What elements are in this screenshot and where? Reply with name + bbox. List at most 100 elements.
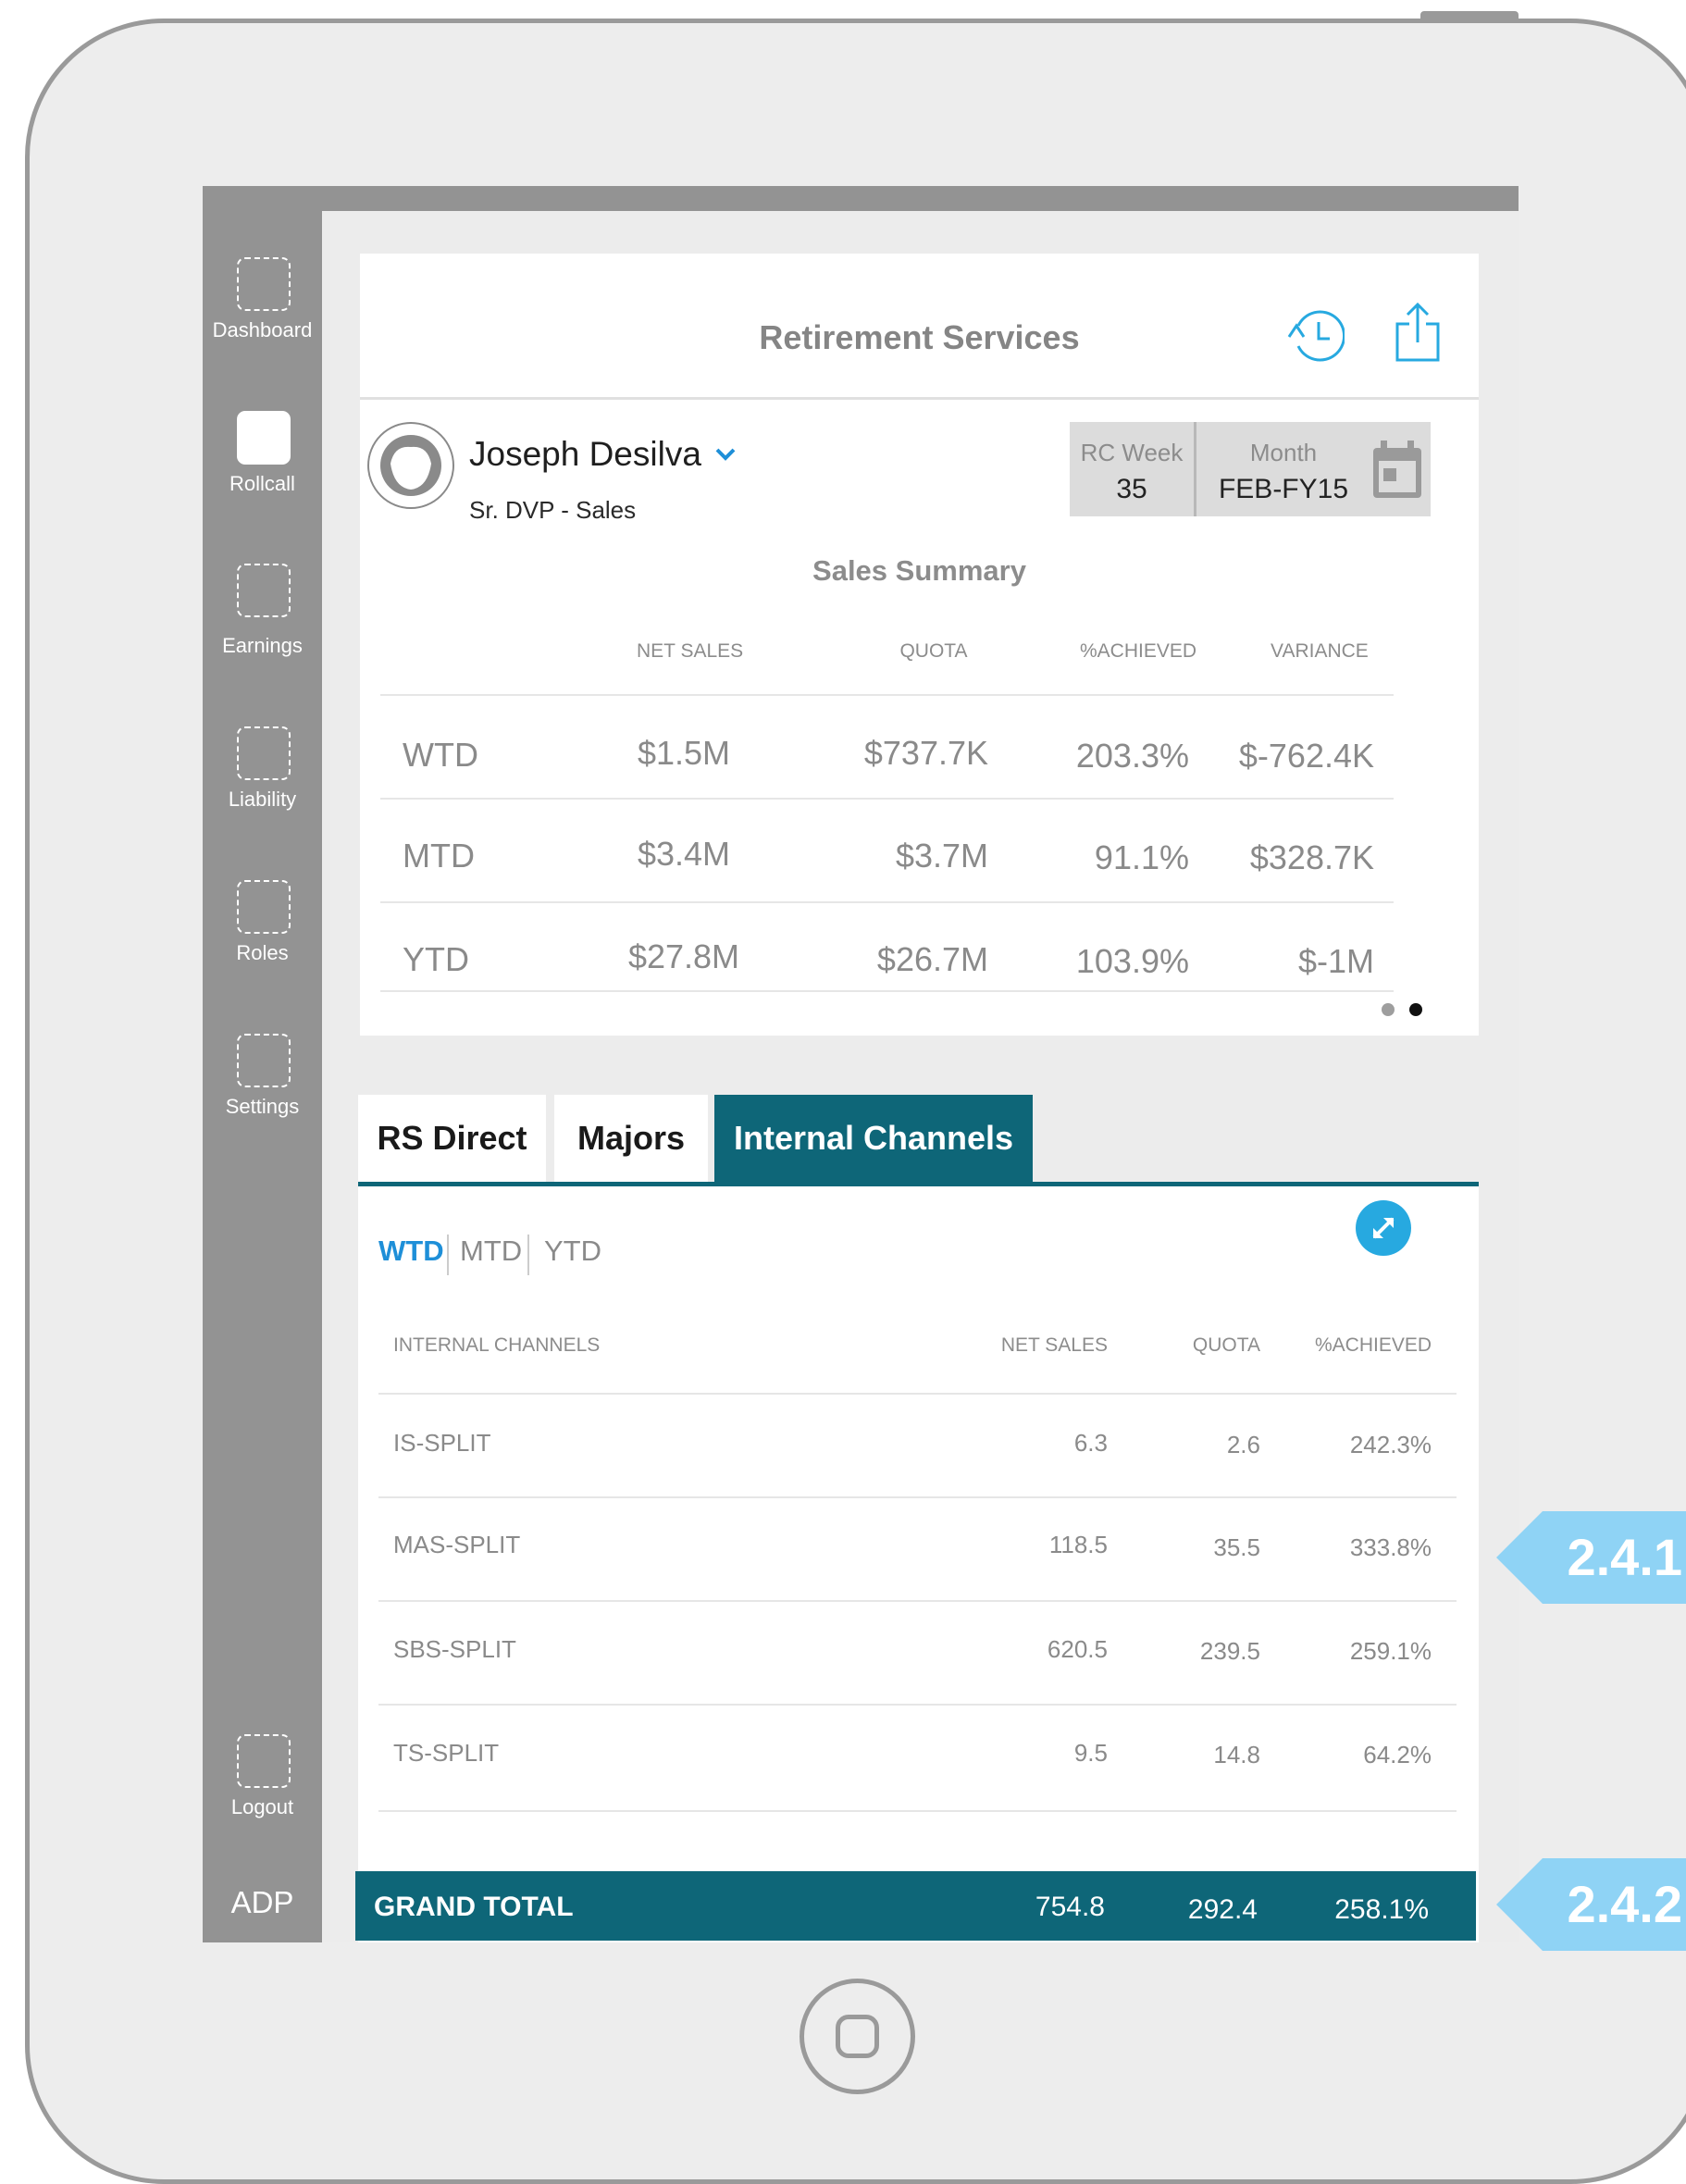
rc-week-label: RC Week <box>1080 439 1184 466</box>
net-sales-cell: 118.5 <box>1048 1531 1108 1558</box>
net-sales-cell: $27.8M <box>627 937 740 975</box>
quota-cell: $3.7M <box>895 837 988 875</box>
table-row: SBS-SPLIT 620.5 239.5 259.1% <box>358 1602 1479 1704</box>
achieved-cell: 103.9% <box>1075 942 1189 980</box>
achieved-cell: 242.3% <box>1349 1431 1432 1458</box>
sidebar-item-rollcall[interactable]: Rollcall <box>203 411 322 495</box>
tab-internal-channels[interactable]: Internal Channels <box>714 1095 1033 1182</box>
annotation-callout: 2.4.1 <box>1543 1511 1686 1604</box>
roles-icon <box>237 880 291 934</box>
table-row: IS-SPLIT 6.3 2.6 242.3% <box>358 1395 1479 1496</box>
avatar-icon <box>367 422 454 509</box>
summary-card: Retirement Services Joseph Desilva Sr. D… <box>360 254 1479 1036</box>
sidebar-item-label: Rollcall <box>229 472 295 495</box>
net-sales-cell: $1.5M <box>637 734 731 772</box>
achieved-cell: 333.8% <box>1349 1533 1432 1561</box>
quota-cell: $26.7M <box>876 940 988 978</box>
pager-dot[interactable] <box>1382 1003 1395 1016</box>
col-header-channel: INTERNAL CHANNELS <box>393 1334 601 1356</box>
callout-arrow <box>1496 1511 1543 1604</box>
period-divider <box>447 1235 449 1275</box>
sidebar-item-label: Logout <box>230 1795 294 1818</box>
grand-total-row: GRAND TOTAL 754.8 292.4 258.1% <box>355 1871 1476 1941</box>
quota-cell: 239.5 <box>1199 1637 1260 1665</box>
col-header-net-sales: NET SALES <box>637 640 744 662</box>
rollcall-icon <box>237 411 291 465</box>
settings-icon <box>237 1034 291 1087</box>
liability-icon <box>237 726 291 780</box>
expand-icon[interactable] <box>1356 1200 1411 1256</box>
row-label: YTD <box>403 940 469 978</box>
achieved-cell: 91.1% <box>1094 838 1189 876</box>
table-row: YTD $27.8M $26.7M 103.9% $-1M <box>360 903 1479 992</box>
pager-dot-active[interactable] <box>1409 1003 1422 1016</box>
earnings-icon <box>237 564 291 617</box>
month-label: Month <box>1249 439 1318 466</box>
sidebar-item-liability[interactable]: Liability <box>203 726 322 811</box>
header-divider <box>360 397 1479 400</box>
variance-cell: $-1M <box>1297 942 1374 980</box>
sidebar-item-settings[interactable]: Settings <box>203 1034 322 1118</box>
calendar-icon[interactable] <box>1370 439 1424 500</box>
period-ytd[interactable]: YTD <box>544 1235 601 1268</box>
sidebar-item-logout[interactable]: Logout <box>203 1734 322 1818</box>
detail-panel: WTD MTD YTD INTERNAL CHANNELS NET SALES … <box>358 1186 1479 1942</box>
annotation-callout: 2.4.2 <box>1543 1858 1686 1951</box>
logout-icon <box>237 1734 291 1788</box>
sidebar-item-roles[interactable]: Roles <box>203 880 322 964</box>
net-sales-cell: 620.5 <box>1047 1635 1108 1663</box>
row-divider <box>378 1810 1457 1812</box>
grand-total-net-sales: 754.8 <box>1035 1892 1105 1922</box>
tab-rs-direct[interactable]: RS Direct <box>358 1095 546 1182</box>
sidebar: Dashboard Rollcall Earnings Liability Ro… <box>203 186 322 1942</box>
brand-logo: ADP <box>230 1885 294 1919</box>
quota-cell: 14.8 <box>1213 1741 1260 1768</box>
period-mtd[interactable]: MTD <box>460 1235 522 1268</box>
user-title: Sr. DVP - Sales <box>469 496 637 524</box>
channel-cell: TS-SPLIT <box>393 1739 500 1767</box>
history-icon[interactable] <box>1285 309 1345 363</box>
sidebar-item-label: Dashboard <box>212 318 313 341</box>
net-sales-cell: 9.5 <box>1073 1739 1108 1767</box>
col-header-quota: QUOTA <box>899 640 968 662</box>
callout-arrow <box>1496 1858 1543 1951</box>
tab-majors[interactable]: Majors <box>554 1095 708 1182</box>
sidebar-item-label: Settings <box>225 1095 300 1118</box>
sidebar-item-dashboard[interactable]: Dashboard <box>203 257 322 341</box>
achieved-cell: 259.1% <box>1349 1637 1432 1665</box>
dashboard-icon <box>237 257 291 311</box>
row-divider <box>380 990 1394 992</box>
sidebar-item-label: Liability <box>228 788 297 811</box>
quota-cell: 2.6 <box>1226 1431 1260 1458</box>
table-row: WTD $1.5M $737.7K 203.3% $-762.4K <box>360 696 1479 798</box>
channel-cell: IS-SPLIT <box>393 1429 491 1457</box>
col-header-net-sales: NET SALES <box>1000 1334 1108 1356</box>
variance-cell: $-762.4K <box>1238 737 1374 775</box>
row-label: MTD <box>403 837 475 875</box>
variance-cell: $328.7K <box>1249 838 1374 876</box>
period-divider <box>527 1235 529 1275</box>
period-wtd[interactable]: WTD <box>378 1235 444 1268</box>
net-sales-cell: $3.4M <box>637 835 731 873</box>
table-row: MTD $3.4M $3.7M 91.1% $328.7K <box>360 800 1479 901</box>
share-icon[interactable] <box>1395 302 1441 363</box>
row-label: WTD <box>403 736 478 774</box>
sidebar-item-label: Roles <box>236 941 289 964</box>
col-header-achieved: %ACHIEVED <box>1080 640 1197 662</box>
rc-week-value: 35 <box>1116 474 1147 504</box>
table-row: TS-SPLIT 9.5 14.8 64.2% <box>358 1706 1479 1812</box>
home-button[interactable] <box>800 1979 915 2094</box>
table-row: MAS-SPLIT 118.5 35.5 333.8% <box>358 1498 1479 1600</box>
achieved-cell: 203.3% <box>1075 737 1189 775</box>
sidebar-item-earnings[interactable]: Earnings <box>203 564 322 657</box>
period-selector[interactable]: RC Week 35 Month FEB-FY15 <box>1070 422 1431 516</box>
grand-total-quota: 292.4 <box>1187 1894 1258 1925</box>
user-name[interactable]: Joseph Desilva <box>469 435 701 474</box>
grand-total-label: GRAND TOTAL <box>374 1892 574 1922</box>
col-header-achieved: %ACHIEVED <box>1314 1334 1432 1356</box>
chevron-down-icon[interactable] <box>713 442 738 466</box>
grand-total-achieved: 258.1% <box>1334 1894 1429 1925</box>
status-bar <box>203 186 1519 211</box>
quota-cell: $737.7K <box>863 734 988 772</box>
month-value: FEB-FY15 <box>1218 474 1349 504</box>
